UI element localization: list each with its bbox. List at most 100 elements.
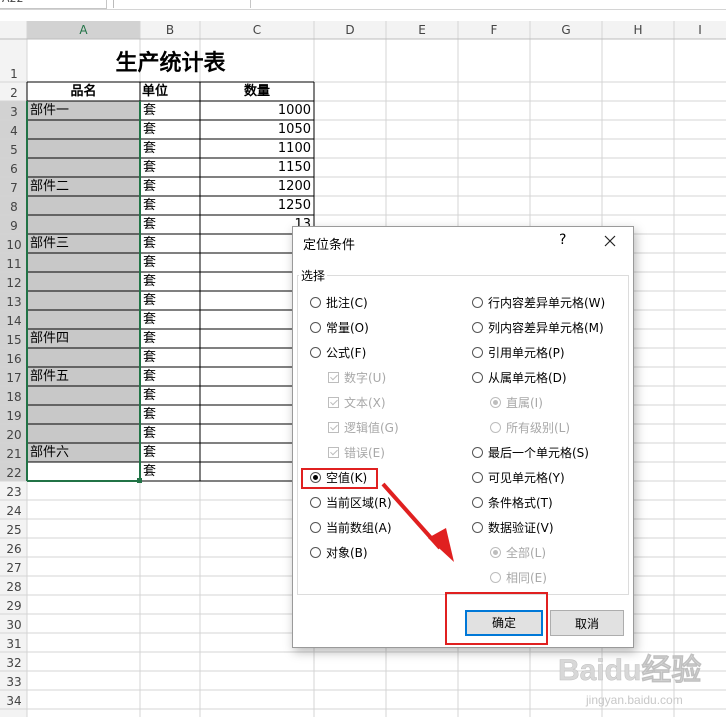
- option-label: 当前区域(R): [326, 496, 392, 510]
- option-label: 逻辑值(G): [344, 421, 399, 435]
- option-label: 数据验证(V): [488, 521, 554, 535]
- formula-input[interactable]: [250, 0, 726, 8]
- radio-indicator: [310, 322, 321, 333]
- column-header-i: I: [698, 23, 702, 37]
- cell-quantity[interactable]: 1200: [200, 177, 311, 196]
- cell-unit[interactable]: 套: [143, 139, 156, 158]
- row-header-24: 24: [6, 504, 21, 518]
- radio-indicator: [310, 297, 321, 308]
- row-header-33: 33: [6, 675, 21, 689]
- selection-group-label: 选择: [299, 267, 328, 284]
- cell-quantity[interactable]: 1100: [200, 139, 311, 158]
- cell-unit[interactable]: 套: [143, 443, 156, 462]
- row-header-28: 28: [6, 580, 21, 594]
- cell-unit[interactable]: 套: [143, 348, 156, 367]
- help-icon[interactable]: ?: [559, 232, 566, 248]
- radio-indicator: [472, 297, 483, 308]
- cell-unit[interactable]: 套: [143, 272, 156, 291]
- checkbox-indicator: [328, 447, 339, 458]
- cell-unit[interactable]: 套: [143, 234, 156, 253]
- radio-indicator: [472, 447, 483, 458]
- name-box[interactable]: A22: [0, 0, 107, 9]
- column-header-b: B: [166, 23, 174, 37]
- cell-unit[interactable]: 套: [143, 253, 156, 272]
- option-label: 直属(I): [506, 396, 543, 410]
- option-label: 错误(E): [344, 446, 385, 460]
- column-header-c: C: [253, 23, 261, 37]
- radio-indicator: [472, 347, 483, 358]
- cell-name[interactable]: 部件二: [30, 177, 69, 196]
- checkbox-indicator: [328, 397, 339, 408]
- option-label: 批注(C): [326, 296, 368, 310]
- selected-range: [28, 101, 140, 462]
- watermark-brand: Baidu经验: [558, 653, 701, 687]
- option-label: 相同(E): [506, 571, 547, 585]
- cell-unit[interactable]: 套: [143, 101, 156, 120]
- row-header-30: 30: [6, 618, 21, 632]
- radio-indicator: [310, 347, 321, 358]
- cell-unit[interactable]: 套: [143, 405, 156, 424]
- column-header-e: E: [418, 23, 426, 37]
- cell-unit[interactable]: 套: [143, 367, 156, 386]
- dialog-title: 定位条件: [303, 238, 356, 253]
- fill-handle: [137, 478, 142, 483]
- column-header-a: A: [79, 23, 88, 37]
- cell-name[interactable]: 部件一: [30, 101, 69, 120]
- row-header-26: 26: [6, 542, 21, 556]
- row-header-21: 21: [6, 447, 21, 461]
- cell-unit[interactable]: 套: [143, 215, 156, 234]
- cell-quantity[interactable]: 1150: [200, 158, 311, 177]
- cell-name[interactable]: 部件四: [30, 329, 69, 348]
- option-label: 条件格式(T): [488, 496, 553, 510]
- cell-quantity[interactable]: 1000: [200, 101, 311, 120]
- cell-unit[interactable]: 套: [143, 462, 156, 481]
- row-header-18: 18: [6, 390, 21, 404]
- row-header-17: 17: [6, 371, 21, 385]
- cell-unit[interactable]: 套: [143, 386, 156, 405]
- row-header-15: 15: [6, 333, 21, 347]
- option-label: 文本(X): [344, 396, 386, 410]
- row-header-13: 13: [6, 295, 21, 309]
- row-header-1: 1: [10, 67, 18, 81]
- row-header-34: 34: [6, 694, 21, 708]
- close-icon[interactable]: [599, 230, 621, 252]
- option-label: 引用单元格(P): [488, 346, 565, 360]
- row-header-4: 4: [10, 124, 18, 138]
- highlight-box-blanks: [301, 468, 378, 489]
- cell-unit[interactable]: 套: [143, 329, 156, 348]
- header-quantity[interactable]: 数量: [200, 82, 314, 101]
- table-title[interactable]: 生产统计表: [27, 51, 314, 77]
- baidu-watermark: Baidu经验 jingyan.baidu.com: [556, 648, 726, 717]
- row-header-2: 2: [10, 86, 18, 100]
- cell-unit[interactable]: 套: [143, 196, 156, 215]
- header-unit[interactable]: 单位: [142, 82, 168, 101]
- cell-name[interactable]: 部件六: [30, 443, 69, 462]
- formula-bar: A22: [0, 0, 726, 10]
- option-label: 全部(L): [506, 546, 547, 560]
- option-label: 可见单元格(Y): [488, 471, 565, 485]
- row-header-31: 31: [6, 637, 21, 651]
- cell-unit[interactable]: 套: [143, 120, 156, 139]
- cell-unit[interactable]: 套: [143, 177, 156, 196]
- go-to-special-dialog: 定位条件 ? 选择 批注(C) 常量(O) 公式(F) 数字(U) 文本(X) 逻辑值(G…: [292, 226, 634, 648]
- cell-unit[interactable]: 套: [143, 158, 156, 177]
- row-header-25: 25: [6, 523, 21, 537]
- column-header-d: D: [345, 23, 354, 37]
- row-header-16: 16: [6, 352, 21, 366]
- cell-name[interactable]: 部件五: [30, 367, 69, 386]
- radio-indicator: [490, 547, 501, 558]
- checkbox-indicator: [328, 372, 339, 383]
- radio-indicator: [310, 497, 321, 508]
- header-name[interactable]: 品名: [27, 82, 140, 101]
- cell-quantity[interactable]: 1250: [200, 196, 311, 215]
- row-header-10: 10: [6, 238, 21, 252]
- row-header-9: 9: [10, 219, 18, 233]
- option-label: 数字(U): [344, 371, 387, 385]
- cell-unit[interactable]: 套: [143, 291, 156, 310]
- cell-unit[interactable]: 套: [143, 310, 156, 329]
- cell-name[interactable]: 部件三: [30, 234, 69, 253]
- cancel-button[interactable]: 取消: [550, 610, 624, 636]
- cell-unit[interactable]: 套: [143, 424, 156, 443]
- radio-indicator: [472, 322, 483, 333]
- cell-quantity[interactable]: 1050: [200, 120, 311, 139]
